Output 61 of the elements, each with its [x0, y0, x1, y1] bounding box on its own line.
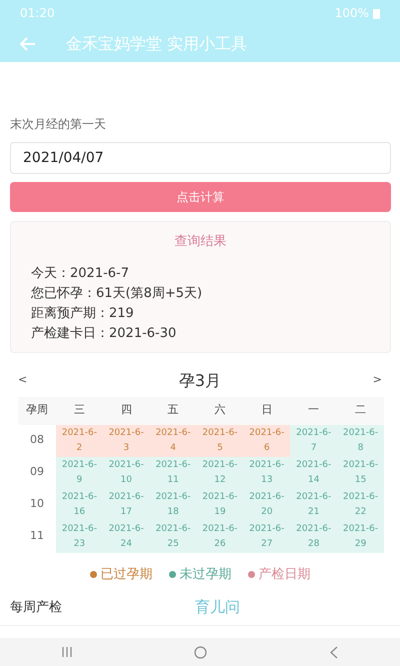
column-header: 日: [260, 402, 274, 418]
legend-label: 已过孕期: [100, 566, 152, 584]
column-header: 一: [307, 402, 320, 418]
date-cell: 2021-6-27: [243, 520, 290, 552]
date-cell: 2021-6-26: [196, 520, 244, 552]
status-time: 01:20: [20, 5, 55, 22]
battery-icon: [373, 8, 380, 18]
date-field[interactable]: 2021/04/07: [10, 142, 391, 174]
column-header: 五: [166, 402, 180, 418]
date-cell: 2021-6-28: [290, 520, 338, 552]
week-number: 09: [18, 456, 56, 488]
legend-label: 未过孕期: [180, 566, 232, 584]
result-line: 距离预产期：219: [31, 304, 135, 322]
month-title: 孕3月: [178, 370, 222, 392]
date-cell: 2021-6-3: [102, 424, 150, 456]
section-title: 每周产检: [10, 598, 62, 616]
date-cell: 2021-6-15: [337, 456, 384, 488]
date-cell: 2021-6-6: [243, 424, 290, 456]
result-line: 今天：2021-6-7: [31, 264, 130, 282]
date-cell: 2021-6-4: [150, 424, 197, 456]
date-cell: 2021-6-25: [150, 520, 197, 552]
result-line: 产检建卡日：2021-6-30: [31, 324, 178, 342]
field-label: 末次月经的第一天: [10, 116, 107, 133]
column-header: 四: [120, 402, 133, 418]
date-cell: 2021-6-8: [337, 424, 384, 456]
result-title: 查询结果: [174, 233, 228, 251]
next-button[interactable]: >: [372, 372, 382, 389]
legend-label: 产检日期: [258, 566, 310, 584]
date-cell: 2021-6-9: [56, 456, 103, 488]
date-cell: 2021-6-29: [337, 520, 384, 552]
window-title: 金禾宝妈学堂 实用小工具: [66, 33, 248, 55]
date-cell: 2021-6-12: [196, 456, 244, 488]
battery-level: 100%: [334, 5, 369, 22]
week-number: 10: [18, 488, 56, 520]
column-header: 孕周: [25, 402, 49, 418]
column-header: 六: [213, 402, 226, 418]
date-cell: 2021-6-5: [196, 424, 244, 456]
back-icon[interactable]: [329, 646, 340, 658]
recent-apps-icon[interactable]: [60, 646, 73, 658]
date-cell: 2021-6-22: [337, 488, 384, 520]
date-cell: 2021-6-19: [196, 488, 244, 520]
date-cell: 2021-6-21: [290, 488, 338, 520]
week-number: 08: [18, 424, 56, 456]
date-cell: 2021-6-14: [290, 456, 338, 488]
previous-button[interactable]: <: [18, 372, 28, 389]
date-cell: 2021-6-20: [243, 488, 290, 520]
week-number: 11: [18, 520, 56, 552]
date-cell: 2021-6-10: [102, 456, 150, 488]
date-cell: 2021-6-18: [150, 488, 197, 520]
date-cell: 2021-6-24: [102, 520, 150, 552]
column-header: 三: [72, 402, 86, 418]
date-cell: 2021-6-11: [150, 456, 197, 488]
date-cell: 2021-6-2: [56, 424, 103, 456]
date-cell: 2021-6-17: [102, 488, 150, 520]
date-cell: 2021-6-7: [290, 424, 338, 456]
column-header: 二: [354, 402, 368, 418]
result-line: 您已怀孕：61天(第8周+5天): [31, 284, 204, 302]
date-cell: 2021-6-13: [243, 456, 290, 488]
home-icon[interactable]: [194, 646, 208, 658]
date-cell: 2021-6-16: [56, 488, 103, 520]
date-cell: 2021-6-23: [56, 520, 103, 552]
